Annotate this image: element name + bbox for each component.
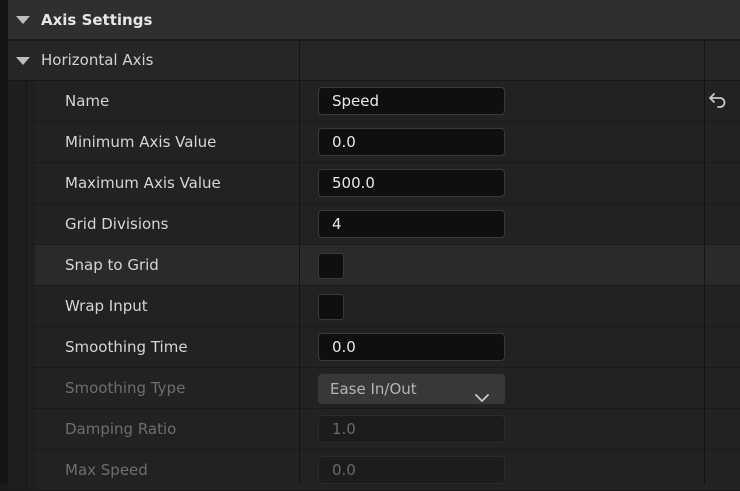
indent-guide — [8, 81, 27, 121]
smoothing-type-dropdown[interactable]: Ease In/Out — [318, 374, 505, 404]
indent-guide — [8, 122, 27, 162]
property-row-smoothing-time: Smoothing Time 0.0 — [8, 327, 740, 368]
reset-arrow-icon[interactable] — [708, 91, 728, 113]
property-label: Wrap Input — [65, 297, 148, 315]
max-speed-input[interactable]: 0.0 — [318, 456, 505, 484]
name-input[interactable]: Speed — [318, 87, 505, 115]
indent-guide — [27, 450, 35, 490]
indent-guide — [8, 327, 27, 367]
damping-ratio-input[interactable]: 1.0 — [318, 415, 505, 443]
indent-guide — [27, 204, 35, 244]
property-label: Max Speed — [65, 461, 148, 479]
property-label: Grid Divisions — [65, 215, 169, 233]
triangle-down-icon[interactable] — [16, 15, 30, 24]
group-title: Horizontal Axis — [41, 51, 154, 69]
property-row-grid-divisions: Grid Divisions 4 — [8, 204, 740, 245]
indent-guide — [8, 286, 27, 326]
property-label: Maximum Axis Value — [65, 174, 221, 192]
property-label: Smoothing Type — [65, 379, 186, 397]
section-title: Axis Settings — [41, 10, 153, 29]
indent-guide — [27, 122, 35, 162]
indent-guide — [8, 163, 27, 203]
column-divider[interactable] — [299, 41, 300, 484]
indent-guide — [27, 163, 35, 203]
indent-guide — [27, 245, 35, 285]
group-header-horizontal-axis[interactable]: Horizontal Axis — [8, 41, 740, 81]
property-row-name: Name Speed — [8, 81, 740, 122]
property-label: Damping Ratio — [65, 420, 177, 438]
property-row-maximum-axis-value: Maximum Axis Value 500.0 — [8, 163, 740, 204]
property-row-minimum-axis-value: Minimum Axis Value 0.0 — [8, 122, 740, 163]
indent-guide — [8, 204, 27, 244]
indent-guide — [27, 368, 35, 408]
left-gutter — [0, 0, 8, 484]
property-row-max-speed: Max Speed 0.0 — [8, 450, 740, 491]
indent-guide — [27, 327, 35, 367]
minimum-axis-value-input[interactable]: 0.0 — [318, 128, 505, 156]
smoothing-time-input[interactable]: 0.0 — [318, 333, 505, 361]
maximum-axis-value-input[interactable]: 500.0 — [318, 169, 505, 197]
section-header-axis-settings[interactable]: Axis Settings — [8, 0, 740, 40]
triangle-down-icon[interactable] — [16, 57, 30, 65]
grid-divisions-input[interactable]: 4 — [318, 210, 505, 238]
indent-guide — [8, 368, 27, 408]
property-row-damping-ratio: Damping Ratio 1.0 — [8, 409, 740, 450]
indent-guide — [27, 81, 35, 121]
indent-guide — [8, 245, 27, 285]
property-row-snap-to-grid: Snap to Grid — [8, 245, 740, 286]
indent-guide — [8, 450, 27, 490]
snap-to-grid-checkbox[interactable] — [318, 253, 344, 279]
property-label: Smoothing Time — [65, 338, 188, 356]
property-label: Name — [65, 92, 110, 110]
indent-guide — [27, 286, 35, 326]
indent-guide — [27, 409, 35, 449]
property-row-wrap-input: Wrap Input — [8, 286, 740, 327]
indent-guide — [8, 409, 27, 449]
column-divider — [704, 41, 705, 484]
property-row-smoothing-type: Smoothing Type Ease In/Out — [8, 368, 740, 409]
property-label: Minimum Axis Value — [65, 133, 217, 151]
dropdown-value: Ease In/Out — [330, 380, 417, 398]
wrap-input-checkbox[interactable] — [318, 294, 344, 320]
property-label: Snap to Grid — [65, 256, 159, 274]
